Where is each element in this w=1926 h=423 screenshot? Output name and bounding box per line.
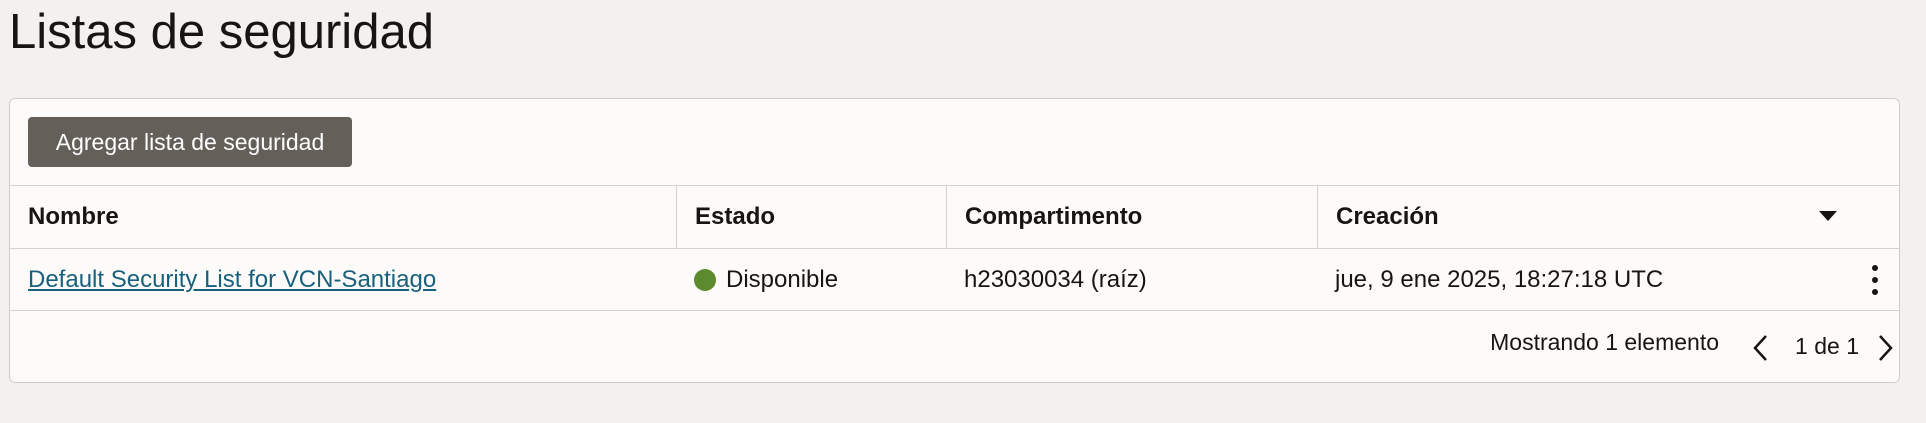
column-header-created[interactable]: Creación [1317, 186, 1899, 248]
row-compartment-cell: h23030034 (raíz) [964, 266, 1147, 293]
row-status-cell: Disponible [676, 249, 946, 311]
chevron-down-icon[interactable] [1819, 211, 1837, 221]
created-date: jue, 9 ene 2025, 18:27:18 UTC [1335, 266, 1664, 293]
table-header-row: Nombre Estado Compartimento Creación [10, 185, 1899, 248]
item-count-text: Mostrando 1 elemento [1490, 329, 1719, 355]
page-indicator: 1 de 1 [1795, 333, 1859, 359]
chevron-left-icon[interactable] [1751, 333, 1771, 363]
security-lists-table: Nombre Estado Compartimento Creación Def… [10, 185, 1899, 311]
row-name-cell: Default Security List for VCN-Santiago [10, 249, 676, 311]
status-label: Disponible [726, 266, 839, 293]
column-header-status[interactable]: Estado [676, 186, 946, 248]
page-title: Listas de seguridad [9, 5, 434, 59]
chevron-right-icon[interactable] [1875, 333, 1895, 363]
column-header-name[interactable]: Nombre [10, 186, 676, 248]
column-header-created-label: Creación [1336, 203, 1439, 230]
table-footer: Mostrando 1 elemento 1 de 1 [10, 315, 1899, 375]
row-created-cell: jue, 9 ene 2025, 18:27:18 UTC [1317, 249, 1899, 311]
security-list-link[interactable]: Default Security List for VCN-Santiago [28, 266, 436, 294]
table-row: Default Security List for VCN-Santiago D… [10, 248, 1899, 311]
kebab-menu-icon[interactable] [1865, 265, 1885, 295]
status-available-icon [694, 269, 716, 291]
column-header-compartment[interactable]: Compartimento [946, 186, 1317, 248]
add-security-list-button[interactable]: Agregar lista de seguridad [28, 117, 352, 167]
security-lists-panel: Agregar lista de seguridad Nombre Estado… [9, 98, 1900, 383]
